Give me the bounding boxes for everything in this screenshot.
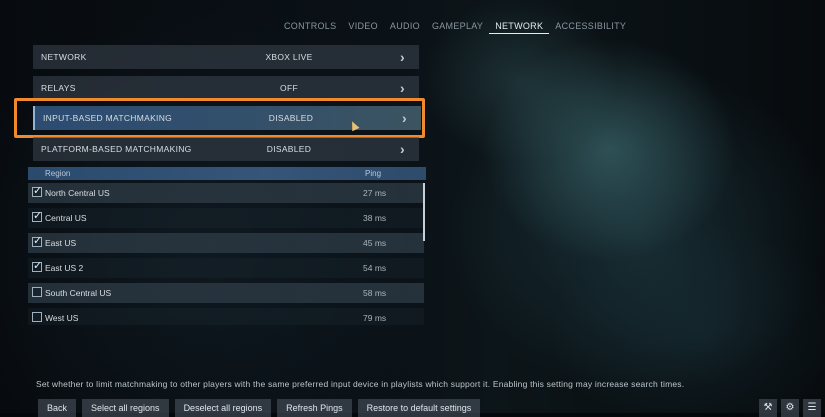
refresh-pings-button[interactable]: Refresh Pings (277, 399, 352, 417)
tab-audio[interactable]: AUDIO (384, 19, 426, 33)
setting-value: OFF (280, 83, 298, 93)
region-name: West US (45, 313, 79, 323)
header-ping: Ping (365, 169, 382, 178)
back-button[interactable]: Back (38, 399, 77, 417)
setting-label: PLATFORM-BASED MATCHMAKING (41, 144, 192, 154)
settings-tabs: CONTROLS VIDEO AUDIO GAMEPLAY NETWORK AC… (278, 19, 632, 34)
region-checkbox[interactable] (32, 312, 42, 322)
restore-defaults-button[interactable]: Restore to default settings (357, 399, 481, 417)
region-ping: 38 ms (363, 213, 387, 223)
setting-label: RELAYS (41, 83, 76, 93)
bottom-icon-bar: ⚒ ⚙ ☰ (759, 399, 821, 417)
region-name: East US 2 (45, 263, 84, 273)
region-checkbox[interactable] (32, 184, 42, 197)
gear-icon[interactable]: ⚙ (781, 399, 799, 417)
region-row[interactable]: Central US 38 ms (28, 208, 424, 228)
setting-value: XBOX LIVE (265, 52, 313, 62)
tab-controls[interactable]: CONTROLS (278, 19, 342, 33)
tab-video[interactable]: VIDEO (342, 19, 384, 33)
chevron-right-icon: › (400, 49, 405, 65)
region-scrollbar[interactable] (423, 183, 425, 241)
setting-description: Set whether to limit matchmaking to othe… (36, 379, 685, 389)
deselect-all-regions-button[interactable]: Deselect all regions (174, 399, 272, 417)
tab-accessibility[interactable]: ACCESSIBILITY (549, 19, 632, 33)
header-region: Region (45, 169, 71, 178)
region-ping: 45 ms (363, 238, 387, 248)
chevron-right-icon: › (400, 80, 405, 96)
region-row[interactable]: East US 45 ms (28, 233, 424, 253)
wrench-icon[interactable]: ⚒ (759, 399, 777, 417)
region-row[interactable]: East US 2 54 ms (28, 258, 424, 278)
region-checkbox[interactable] (32, 234, 42, 247)
tab-network[interactable]: NETWORK (489, 19, 550, 34)
region-table-header: Region Ping (28, 167, 426, 180)
region-ping: 54 ms (363, 263, 387, 273)
chat-icon[interactable]: ☰ (803, 399, 821, 417)
region-name: East US (45, 238, 77, 248)
region-ping: 79 ms (363, 313, 387, 323)
region-row[interactable]: South Central US 58 ms (28, 283, 424, 303)
bottom-button-bar: Back Select all regions Deselect all reg… (38, 399, 481, 417)
setting-network[interactable]: NETWORK XBOX LIVE › (33, 45, 419, 69)
region-checkbox[interactable] (32, 209, 42, 222)
tab-gameplay[interactable]: GAMEPLAY (426, 19, 489, 33)
orange-highlight-box (14, 98, 425, 138)
region-name: Central US (45, 213, 87, 223)
region-row[interactable]: North Central US 27 ms (28, 183, 424, 203)
region-checkbox[interactable] (32, 259, 42, 272)
region-row[interactable]: West US 79 ms (28, 308, 424, 325)
chevron-right-icon: › (400, 141, 405, 157)
setting-value: DISABLED (266, 144, 312, 154)
region-checkbox[interactable] (32, 287, 42, 297)
setting-label: NETWORK (41, 52, 87, 62)
region-name: South Central US (45, 288, 112, 298)
region-ping: 58 ms (363, 288, 387, 298)
region-table: Region Ping North Central US 27 ms Centr… (28, 167, 426, 325)
setting-platform-based-matchmaking[interactable]: PLATFORM-BASED MATCHMAKING DISABLED › (33, 137, 419, 161)
region-name: North Central US (45, 188, 110, 198)
setting-relays[interactable]: RELAYS OFF › (33, 76, 419, 100)
select-all-regions-button[interactable]: Select all regions (82, 399, 169, 417)
region-ping: 27 ms (363, 188, 387, 198)
